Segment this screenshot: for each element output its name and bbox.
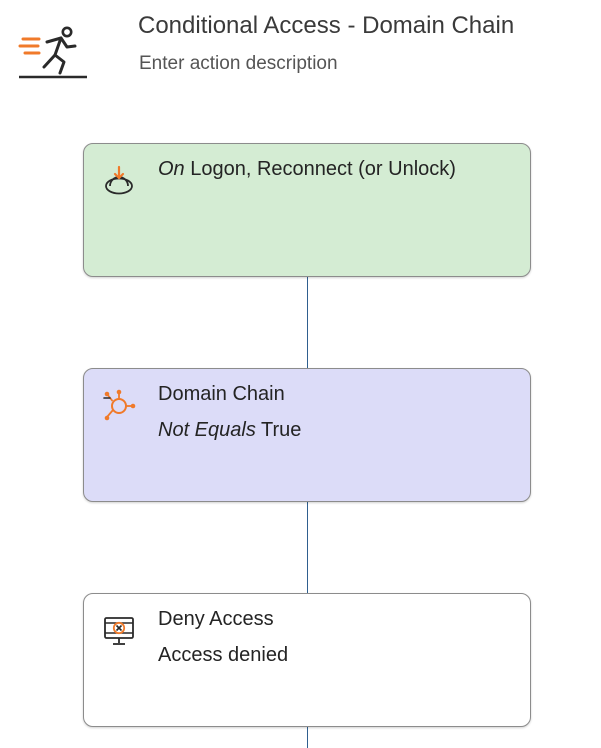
trigger-text: On Logon, Reconnect (or Unlock): [158, 158, 456, 181]
logon-trigger-icon: [105, 165, 133, 195]
action-description-field[interactable]: Enter action description: [139, 53, 338, 75]
action-node[interactable]: Deny Access Access denied: [83, 593, 531, 727]
condition-value: True: [261, 419, 302, 441]
condition-node[interactable]: Domain Chain Not Equals True: [83, 368, 531, 502]
deny-access-icon: [104, 617, 134, 645]
page-title[interactable]: Conditional Access - Domain Chain: [138, 12, 514, 40]
network-hub-icon: [103, 389, 136, 421]
connector-line-action-next: [307, 727, 308, 748]
trigger-node[interactable]: On Logon, Reconnect (or Unlock): [83, 143, 531, 277]
page-header: Conditional Access - Domain Chain Enter …: [0, 0, 601, 100]
running-person-icon: [18, 26, 87, 79]
connector-line-trigger-condition: [307, 277, 308, 368]
trigger-label: Logon, Reconnect (or Unlock): [190, 158, 456, 180]
condition-label: Domain Chain: [158, 383, 285, 405]
condition-rule: Not Equals True: [158, 419, 301, 442]
trigger-prefix: On: [158, 158, 185, 180]
condition-operator: Not Equals: [158, 419, 256, 441]
connector-line-condition-action: [307, 502, 308, 593]
action-detail: Access denied: [158, 644, 289, 666]
action-label: Deny Access: [158, 608, 274, 630]
